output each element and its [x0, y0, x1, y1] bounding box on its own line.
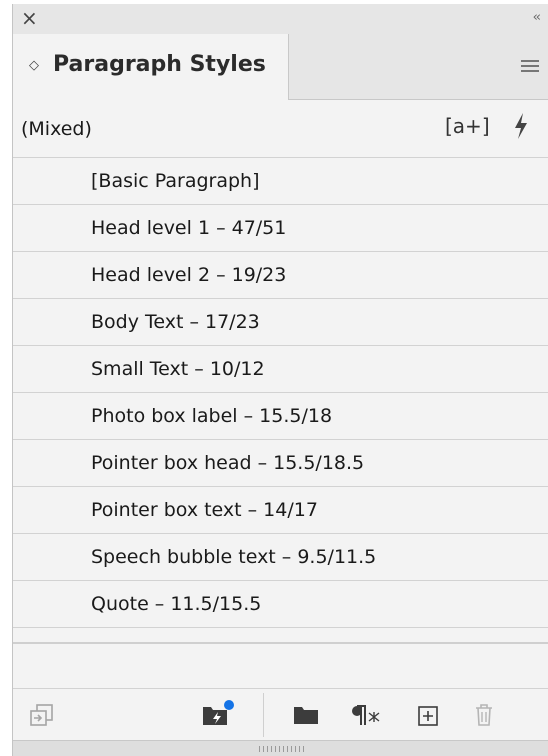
list-item[interactable]: Speech bubble text – 9.5/11.5 [13, 534, 548, 581]
current-style-label: (Mixed) [21, 118, 92, 140]
style-name: Head level 2 – 19/23 [91, 264, 287, 286]
list-item[interactable]: Body Text – 17/23 [13, 299, 548, 346]
list-item[interactable]: Small Text – 10/12 [13, 346, 548, 393]
new-style-icon[interactable] [417, 705, 439, 727]
collapse-panel-icon[interactable]: ‹‹ [533, 10, 542, 25]
style-name: Quote – 11.5/15.5 [91, 593, 262, 615]
tab-label: Paragraph Styles [53, 52, 266, 77]
list-item[interactable]: Pointer box text – 14/17 [13, 487, 548, 534]
style-name: Head level 1 – 47/51 [91, 217, 287, 239]
list-item[interactable]: Quote – 11.5/15.5 [13, 581, 548, 628]
grip-icon [259, 746, 305, 752]
panel-titlebar: × ‹‹ [13, 4, 548, 35]
style-name: Photo box label – 15.5/18 [91, 405, 333, 427]
style-name: Small Text – 10/12 [91, 358, 265, 380]
toolbar-divider [263, 693, 264, 737]
clear-overrides-icon[interactable] [347, 703, 381, 727]
style-name: Pointer box head – 15.5/18.5 [91, 452, 365, 474]
list-item[interactable]: Photo box label – 15.5/18 [13, 393, 548, 440]
panel-menu-icon[interactable] [521, 60, 539, 74]
style-name: Pointer box text – 14/17 [91, 499, 318, 521]
tab-arrows-icon: ◇ [29, 58, 39, 73]
tab-row: ◇ Paragraph Styles [13, 34, 548, 100]
create-style-from-selection-icon[interactable]: [a+] [445, 114, 490, 138]
style-name: [Basic Paragraph] [91, 170, 260, 192]
style-name: Speech bubble text – 9.5/11.5 [91, 546, 377, 568]
load-styles-icon[interactable] [29, 703, 55, 727]
close-icon[interactable]: × [21, 7, 38, 29]
list-empty-area[interactable] [13, 642, 548, 688]
quick-apply-icon[interactable] [513, 112, 529, 140]
style-name: Body Text – 17/23 [91, 311, 260, 333]
current-style-row: (Mixed) [a+] [13, 100, 548, 158]
list-item[interactable]: Head level 2 – 19/23 [13, 252, 548, 299]
paragraph-styles-panel: × ‹‹ ◇ Paragraph Styles (Mixed) [a+] [Ba… [12, 4, 548, 756]
list-item[interactable]: Head level 1 – 47/51 [13, 205, 548, 252]
style-list: [Basic Paragraph] Head level 1 – 47/51 H… [13, 158, 548, 628]
bottom-toolbar [13, 688, 548, 740]
quick-apply-folder-icon[interactable] [201, 699, 235, 727]
tab-paragraph-styles[interactable]: ◇ Paragraph Styles [13, 34, 289, 100]
resize-handle[interactable] [13, 740, 548, 756]
list-item[interactable]: Pointer box head – 15.5/18.5 [13, 440, 548, 487]
folder-icon[interactable] [293, 705, 319, 725]
list-item[interactable]: [Basic Paragraph] [13, 158, 548, 205]
trash-icon[interactable] [473, 703, 495, 727]
